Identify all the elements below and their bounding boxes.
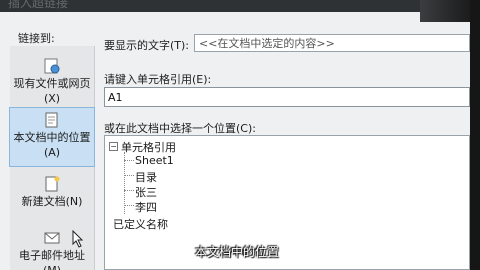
dialog-title-bar: 插入超链接 <box>0 0 480 12</box>
web-page-icon <box>44 58 60 74</box>
tree-connector <box>124 175 134 176</box>
tree-node-sheet[interactable]: 张三 <box>135 184 157 200</box>
tree-node-sheet[interactable]: Sheet1 <box>135 154 174 167</box>
text-to-display-field[interactable]: <<在文档中选定的内容>> <box>194 34 470 52</box>
hyperlink-dialog: 插入超链接 链接到: 现有文件或网页(X) 本文档中的位置(A) 新建文档(N)… <box>0 0 480 270</box>
tree-connector <box>124 190 134 191</box>
tree-node-sheet[interactable]: 李四 <box>135 199 157 215</box>
tree-node-defined-names[interactable]: 已定义名称 <box>113 216 168 232</box>
email-icon <box>44 232 60 244</box>
tree-connector <box>124 160 134 161</box>
tree-connector <box>124 205 134 206</box>
cell-reference-input[interactable]: A1 <box>104 87 470 107</box>
document-place-icon <box>45 112 58 128</box>
sidebar-item-label: 本文档中的位置(A) <box>13 131 91 159</box>
sidebar-item-label: 现有文件或网页(X) <box>13 77 91 105</box>
collapse-toggle-icon[interactable]: − <box>109 142 118 151</box>
text-to-display-label: 要显示的文字(T): <box>104 39 190 52</box>
link-to-label: 链接到: <box>18 32 55 45</box>
tree-node-sheet[interactable]: 目录 <box>135 169 157 185</box>
sidebar-item-new-document[interactable]: 新建文档(N) <box>10 172 94 228</box>
cell-reference-label: 请键入单元格引用(E): <box>104 73 212 86</box>
sidebar-item-label: 新建文档(N) <box>21 195 83 208</box>
location-label: 或在此文档中选择一个位置(C): <box>104 122 256 135</box>
mouse-pointer-icon <box>72 230 84 248</box>
video-subtitle: 本文档中的位置 <box>195 245 280 259</box>
screen-bezel <box>470 0 480 270</box>
sidebar-item-place-in-document[interactable]: 本文档中的位置(A) <box>9 107 95 167</box>
dialog-title: 插入超链接 <box>8 0 69 10</box>
document-location-tree[interactable]: − 单元格引用 Sheet1 目录 张三 李四 已定义名称 <box>104 135 470 270</box>
screen-photo: 插入超链接 链接到: 现有文件或网页(X) 本文档中的位置(A) 新建文档(N)… <box>0 0 480 270</box>
sidebar-item-existing-file[interactable]: 现有文件或网页(X) <box>10 54 94 110</box>
new-document-icon <box>45 176 60 192</box>
sidebar-item-label: 电子邮件地址(M) <box>19 249 85 270</box>
tree-node-cell-reference[interactable]: 单元格引用 <box>121 139 176 155</box>
